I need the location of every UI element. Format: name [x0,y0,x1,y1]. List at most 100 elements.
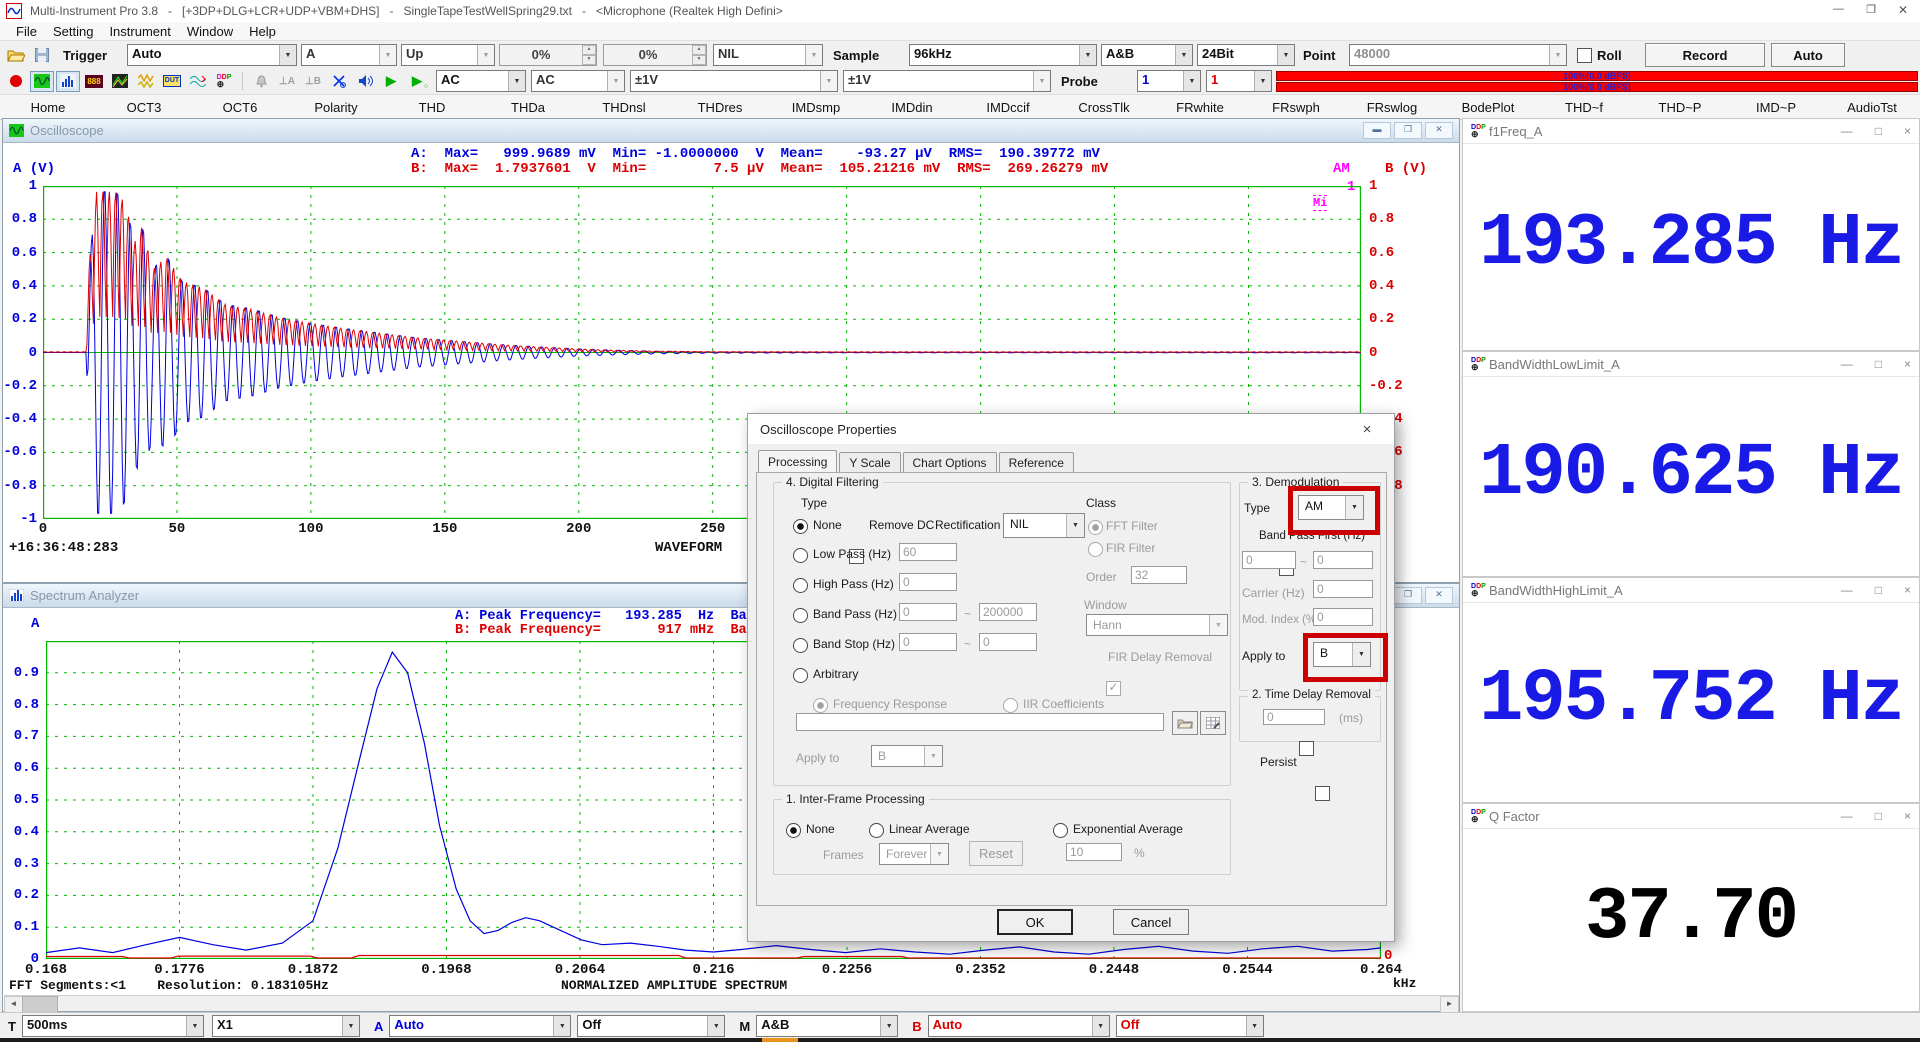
range-b-select[interactable]: ±1V▼ [843,70,1051,92]
sweep-time-select[interactable]: 500ms▼ [22,1015,204,1037]
reset-button[interactable]: Reset [969,841,1023,866]
minimize-icon[interactable]: — [1841,124,1853,138]
fft-filter-radio[interactable] [1088,520,1103,535]
tab-processing[interactable]: Processing [758,450,837,472]
demod-bp-to-input[interactable] [1313,551,1373,569]
menu-help[interactable]: Help [241,24,284,39]
channel-b-function-select[interactable]: Off▼ [1116,1015,1264,1037]
close-icon[interactable]: ✕ [1425,587,1453,604]
points-select[interactable]: 48000▼ [1349,44,1567,66]
minimize-icon[interactable]: — [1841,583,1853,597]
ok-button[interactable]: OK [997,909,1073,935]
tab-reference[interactable]: Reference [999,452,1074,473]
spinner-arrows[interactable]: ▲▼ [582,45,596,65]
run-icon[interactable]: ▶ [379,71,403,92]
fir-filter-radio[interactable] [1088,542,1103,557]
tab-frwhite[interactable]: FRwhite [1152,96,1248,119]
iir-coefficients-radio[interactable] [1003,698,1018,713]
ifp-none-radio[interactable] [786,823,801,838]
tab-oct6[interactable]: OCT6 [192,96,288,119]
arbitrary-radio[interactable] [793,668,808,683]
frequency-response-radio[interactable] [813,698,828,713]
zoom-select[interactable]: X1▼ [212,1015,360,1037]
probe-a-select[interactable]: 1▼ [1137,70,1201,92]
probe-b-select[interactable]: 1▼ [1206,70,1272,92]
multimeter-icon[interactable]: 888 [82,71,106,92]
order-input[interactable] [1131,566,1187,584]
band-stop-to-input[interactable] [979,633,1037,651]
menu-file[interactable]: File [8,24,45,39]
coupling-b-select[interactable]: AC▼ [531,70,625,92]
trigger-level-spinner[interactable]: 0%▲▼ [499,44,597,66]
arbitrary-file-input[interactable] [796,713,1164,731]
range-a-select[interactable]: ±1V▼ [630,70,838,92]
scrollbar-thumb[interactable] [22,996,58,1013]
record-button[interactable]: Record [1645,43,1765,67]
maximize-icon[interactable]: □ [1875,583,1882,597]
spinner-arrows[interactable]: ▲▼ [692,45,706,65]
edit-table-button[interactable] [1200,711,1226,735]
signal-generator-icon[interactable] [134,71,158,92]
restore-icon[interactable]: ❐ [1394,122,1422,139]
linear-average-radio[interactable] [869,823,884,838]
band-stop-from-input[interactable] [899,633,957,651]
tab-audiotst[interactable]: AudioTst [1824,96,1920,119]
close-icon[interactable]: ✕ [1898,3,1908,17]
tab-thd-p[interactable]: THD~P [1632,96,1728,119]
tab-crosstlk[interactable]: CrossTlk [1056,96,1152,119]
minimize-icon[interactable]: — [1833,3,1844,15]
dialog-title-bar[interactable]: Oscilloscope Properties × [748,414,1394,444]
spectrum-3d-plot-icon[interactable] [108,71,132,92]
demod-type-select[interactable]: AM▼ [1298,495,1364,520]
low-pass-radio[interactable] [793,548,808,563]
low-pass-input[interactable] [899,543,957,561]
demod-apply-to-select[interactable]: B▼ [1313,642,1371,667]
tab-imdccif[interactable]: IMDccif [960,96,1056,119]
tab-imdsmp[interactable]: IMDsmp [768,96,864,119]
tab-thda[interactable]: THDa [480,96,576,119]
roll-checkbox[interactable] [1577,48,1592,63]
minimize-icon[interactable]: — [1841,809,1853,823]
rectification-select[interactable]: NIL▼ [1003,513,1085,538]
arbitrary-apply-to-select[interactable]: B▼ [871,745,943,767]
sampling-rate-select[interactable]: 96kHz▼ [909,44,1097,66]
tab-thdres[interactable]: THDres [672,96,768,119]
device-test-plan-icon[interactable]: DUT [160,71,184,92]
reference-a-icon[interactable]: ⊥A [275,71,299,92]
close-icon[interactable]: × [1904,583,1911,597]
close-icon[interactable]: ✕ [1425,122,1453,139]
band-pass-radio[interactable] [793,608,808,623]
tab-chart-options[interactable]: Chart Options [903,452,997,473]
ddp-title-bar[interactable]: DDP⊕ Q Factor —□× [1463,804,1919,829]
save-icon[interactable] [30,45,54,66]
scroll-left-icon[interactable]: ◄ [4,996,23,1013]
auto-button[interactable]: Auto [1771,43,1845,67]
filter-none-radio[interactable] [793,519,808,534]
band-pass-from-input[interactable] [899,603,957,621]
window-select[interactable]: Hann▼ [1086,614,1228,636]
tab-bodeplot[interactable]: BodePlot [1440,96,1536,119]
exponential-average-radio[interactable] [1053,823,1068,838]
math-channel-select[interactable]: A&B▼ [756,1015,898,1037]
close-icon[interactable]: × [1904,124,1911,138]
reference-b-icon[interactable]: ⊥B [301,71,325,92]
maximize-icon[interactable]: □ [1875,809,1882,823]
minimize-icon[interactable]: — [1841,357,1853,371]
maximize-icon[interactable]: ❐ [1866,3,1876,16]
persist-checkbox[interactable] [1315,786,1330,801]
channel-a-range-select[interactable]: Auto▼ [389,1015,571,1037]
demod-bp-from-input[interactable] [1242,551,1296,569]
close-icon[interactable]: × [1352,421,1382,438]
cancel-button[interactable]: Cancel [1113,909,1189,935]
band-stop-radio[interactable] [793,638,808,653]
tab-imd-p[interactable]: IMD~P [1728,96,1824,119]
coupling-a-select[interactable]: AC▼ [436,70,526,92]
time-delay-input[interactable] [1263,709,1325,725]
tab-frswph[interactable]: FRswph [1248,96,1344,119]
open-file-icon[interactable] [4,45,28,66]
menu-setting[interactable]: Setting [45,24,101,39]
trigger-mode-select[interactable]: Auto▼ [127,44,297,66]
ddp-title-bar[interactable]: DDP⊕ BandWidthLowLimit_A —□× [1463,352,1919,377]
stop-record-icon[interactable] [4,71,28,92]
maximize-icon[interactable]: □ [1875,357,1882,371]
